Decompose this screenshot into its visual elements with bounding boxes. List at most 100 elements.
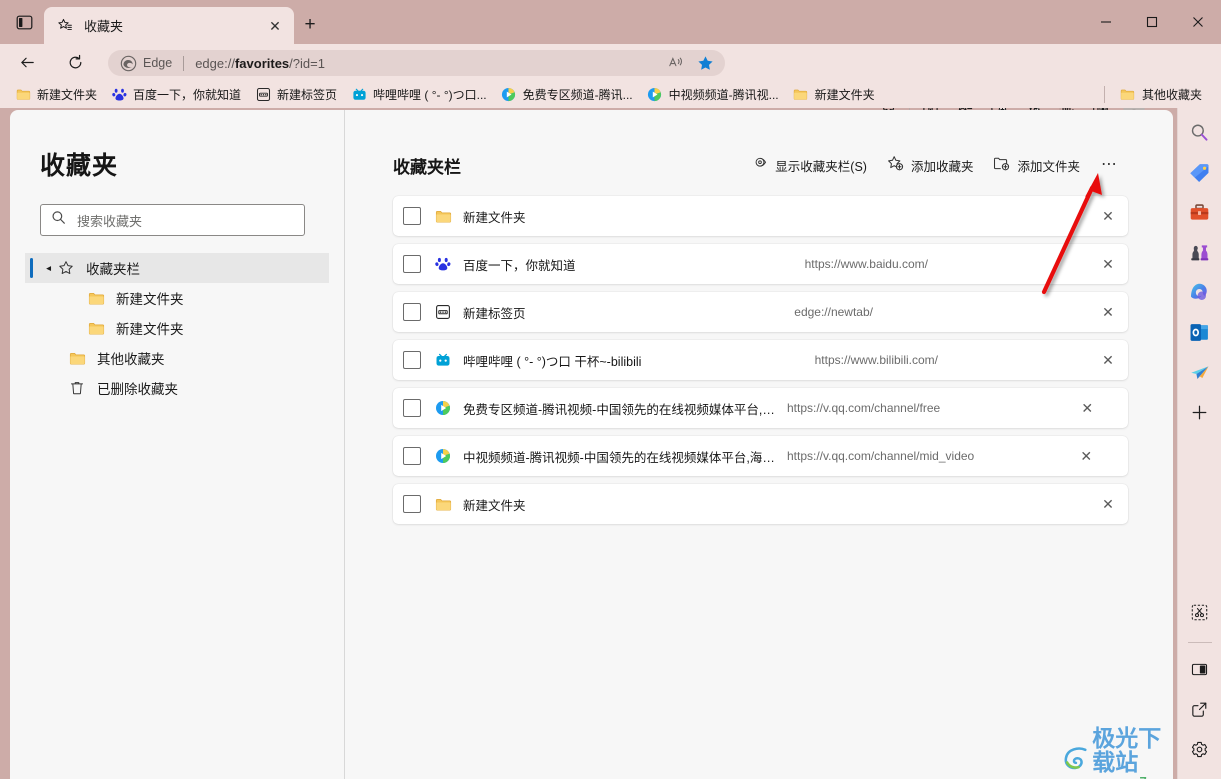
- favorites-more-options-button[interactable]: ⋯: [1092, 154, 1128, 175]
- folder-icon: [793, 86, 809, 102]
- add-favorite-button[interactable]: 添加收藏夹: [879, 150, 982, 180]
- sidebar-item-label: 已删除收藏夹: [97, 382, 178, 397]
- browser-tab[interactable]: 收藏夹 ✕: [44, 7, 294, 44]
- bookmark-item[interactable]: 新建文件夹: [8, 83, 104, 105]
- read-aloud-icon[interactable]: [663, 52, 691, 74]
- remove-favorite-button[interactable]: ✕: [1088, 352, 1128, 369]
- sidebar-toggle-icon[interactable]: [9, 9, 39, 36]
- window-controls: [1083, 0, 1221, 44]
- baidu-icon: [433, 256, 453, 272]
- screenshot-icon[interactable]: [1184, 596, 1216, 628]
- add-folder-label: 添加文件夹: [1017, 159, 1080, 174]
- add-folder-button[interactable]: 添加文件夹: [985, 150, 1088, 180]
- remove-favorite-button[interactable]: ✕: [1088, 496, 1128, 513]
- baidu-icon: [111, 86, 127, 102]
- table-row[interactable]: 中视频频道-腾讯视频-中国领先的在线视频媒体平台,海量... https://v…: [393, 436, 1128, 476]
- maximize-button[interactable]: [1129, 0, 1175, 44]
- outlook-icon[interactable]: [1184, 316, 1216, 348]
- bookmark-label: 新建文件夹: [37, 87, 98, 102]
- bookmark-item[interactable]: 哔哩哔哩 ( °- °)つ口...: [344, 83, 494, 105]
- settings-gear-icon[interactable]: [1184, 733, 1216, 765]
- show-favorites-bar-label: 显示收藏夹栏(S): [775, 159, 867, 174]
- close-button[interactable]: [1175, 0, 1221, 44]
- favorite-star-filled-icon[interactable]: [691, 52, 719, 74]
- edge-sidebar-divider: [1187, 642, 1212, 643]
- address-bar[interactable]: Edge edge://favorites/?id=1: [108, 50, 725, 76]
- eye-icon: [752, 156, 768, 175]
- row-checkbox[interactable]: [403, 495, 421, 513]
- show-favorites-bar-button[interactable]: 显示收藏夹栏(S): [744, 151, 875, 180]
- remove-favorite-button[interactable]: ✕: [1088, 256, 1128, 273]
- bilibili-icon: [433, 352, 453, 368]
- office-icon[interactable]: [1184, 276, 1216, 308]
- folder-icon: [15, 86, 31, 102]
- back-icon[interactable]: [12, 48, 42, 76]
- remove-favorite-button[interactable]: ✕: [1088, 304, 1128, 321]
- favorite-url: https://www.bilibili.com/: [814, 353, 938, 367]
- tencent-video-icon: [433, 400, 453, 416]
- tools-briefcase-icon[interactable]: [1184, 196, 1216, 228]
- row-checkbox[interactable]: [403, 351, 421, 369]
- favorite-name: 新建文件夹: [463, 210, 526, 225]
- close-icon[interactable]: ✕: [264, 15, 286, 37]
- star-icon: [56, 260, 76, 276]
- remove-favorite-button[interactable]: ✕: [1088, 208, 1128, 225]
- table-row[interactable]: 新建文件夹 ✕: [393, 484, 1128, 524]
- row-checkbox[interactable]: [403, 255, 421, 273]
- favorites-star-icon: [56, 17, 74, 35]
- navigation-bar: Edge edge://favorites/?id=1: [0, 44, 1221, 117]
- tencent-video-icon: [501, 86, 517, 102]
- remove-favorite-button[interactable]: ✕: [1067, 400, 1107, 417]
- bookmark-item[interactable]: 中视频频道-腾讯视...: [640, 83, 786, 105]
- add-icon[interactable]: [1184, 396, 1216, 428]
- browser-window: 收藏夹 ✕ + Edge edge://favorites/?id=1 新建文件…: [0, 0, 1221, 779]
- row-checkbox[interactable]: [403, 447, 421, 465]
- url-host: favorites: [234, 55, 290, 71]
- sidebar-item-deleted-favorites[interactable]: 已删除收藏夹: [25, 373, 329, 403]
- other-favorites-button[interactable]: 其他收藏夹: [1113, 83, 1209, 105]
- favorites-sidebar: 收藏夹 搜索收藏夹 收藏夹栏 新建文件夹 新建文件夹 其他收藏夹 已删除收藏夹: [10, 110, 345, 779]
- folder-icon: [86, 320, 106, 337]
- table-row[interactable]: 新建文件夹 ✕: [393, 196, 1128, 236]
- open-external-icon[interactable]: [1184, 693, 1216, 725]
- row-checkbox[interactable]: [403, 303, 421, 321]
- split-screen-icon[interactable]: [1184, 653, 1216, 685]
- other-favorites-label: 其他收藏夹: [1141, 87, 1202, 102]
- minimize-button[interactable]: [1083, 0, 1129, 44]
- sidebar-item-folder[interactable]: 新建文件夹: [25, 283, 329, 313]
- search-icon[interactable]: [1184, 116, 1216, 148]
- add-favorite-icon: [887, 155, 904, 175]
- sidebar-item-folder[interactable]: 新建文件夹: [25, 313, 329, 343]
- games-icon[interactable]: [1184, 236, 1216, 268]
- row-checkbox[interactable]: [403, 399, 421, 417]
- newtab-icon: [433, 304, 453, 320]
- new-tab-button[interactable]: +: [296, 12, 324, 38]
- sidebar-item-label: 新建文件夹: [116, 292, 184, 307]
- favorite-url: https://v.qq.com/channel/free: [787, 401, 941, 415]
- sidebar-item-other-favorites[interactable]: 其他收藏夹: [25, 343, 329, 373]
- table-row[interactable]: 哔哩哔哩 ( °- °)つ口 干杯~-bilibili https://www.…: [393, 340, 1128, 380]
- remove-favorite-button[interactable]: ✕: [1066, 448, 1106, 465]
- shopping-tag-icon[interactable]: [1184, 156, 1216, 188]
- sidebar-item-favorites-bar[interactable]: 收藏夹栏: [25, 253, 329, 283]
- bookmark-item[interactable]: 免费专区频道-腾讯...: [494, 83, 640, 105]
- favorite-name: 哔哩哔哩 ( °- °)つ口 干杯~-bilibili: [463, 354, 642, 369]
- refresh-icon[interactable]: [60, 48, 90, 76]
- page-title: 收藏夹: [40, 152, 119, 180]
- table-row[interactable]: 百度一下，你就知道 https://www.baidu.com/ ✕: [393, 244, 1128, 284]
- row-checkbox[interactable]: [403, 207, 421, 225]
- paper-plane-icon[interactable]: [1184, 356, 1216, 388]
- newtab-icon: [255, 86, 271, 102]
- favorites-main-actions: 显示收藏夹栏(S) 添加收藏夹 添加文件夹 ⋯: [744, 150, 1128, 180]
- table-row[interactable]: 免费专区频道-腾讯视频-中国领先的在线视频媒体平台,海... https://v…: [393, 388, 1128, 428]
- bookmark-item[interactable]: 新建标签页: [248, 83, 344, 105]
- search-favorites-input[interactable]: 搜索收藏夹: [40, 204, 305, 236]
- favorite-name: 中视频频道-腾讯视频-中国领先的在线视频媒体平台,海量...: [463, 450, 783, 465]
- add-folder-icon: [993, 155, 1010, 175]
- chevron-down-icon[interactable]: [40, 264, 56, 273]
- bookmark-label: 哔哩哔哩 ( °- °)つ口...: [373, 87, 487, 102]
- table-row[interactable]: 新建标签页 edge://newtab/ ✕: [393, 292, 1128, 332]
- bookmarks-bar: 新建文件夹 百度一下，你就知道 新建标签页 哔哩哔哩 ( °- °)つ口... …: [0, 80, 1221, 108]
- bookmark-item[interactable]: 百度一下，你就知道: [104, 83, 248, 105]
- bookmark-item[interactable]: 新建文件夹: [786, 83, 882, 105]
